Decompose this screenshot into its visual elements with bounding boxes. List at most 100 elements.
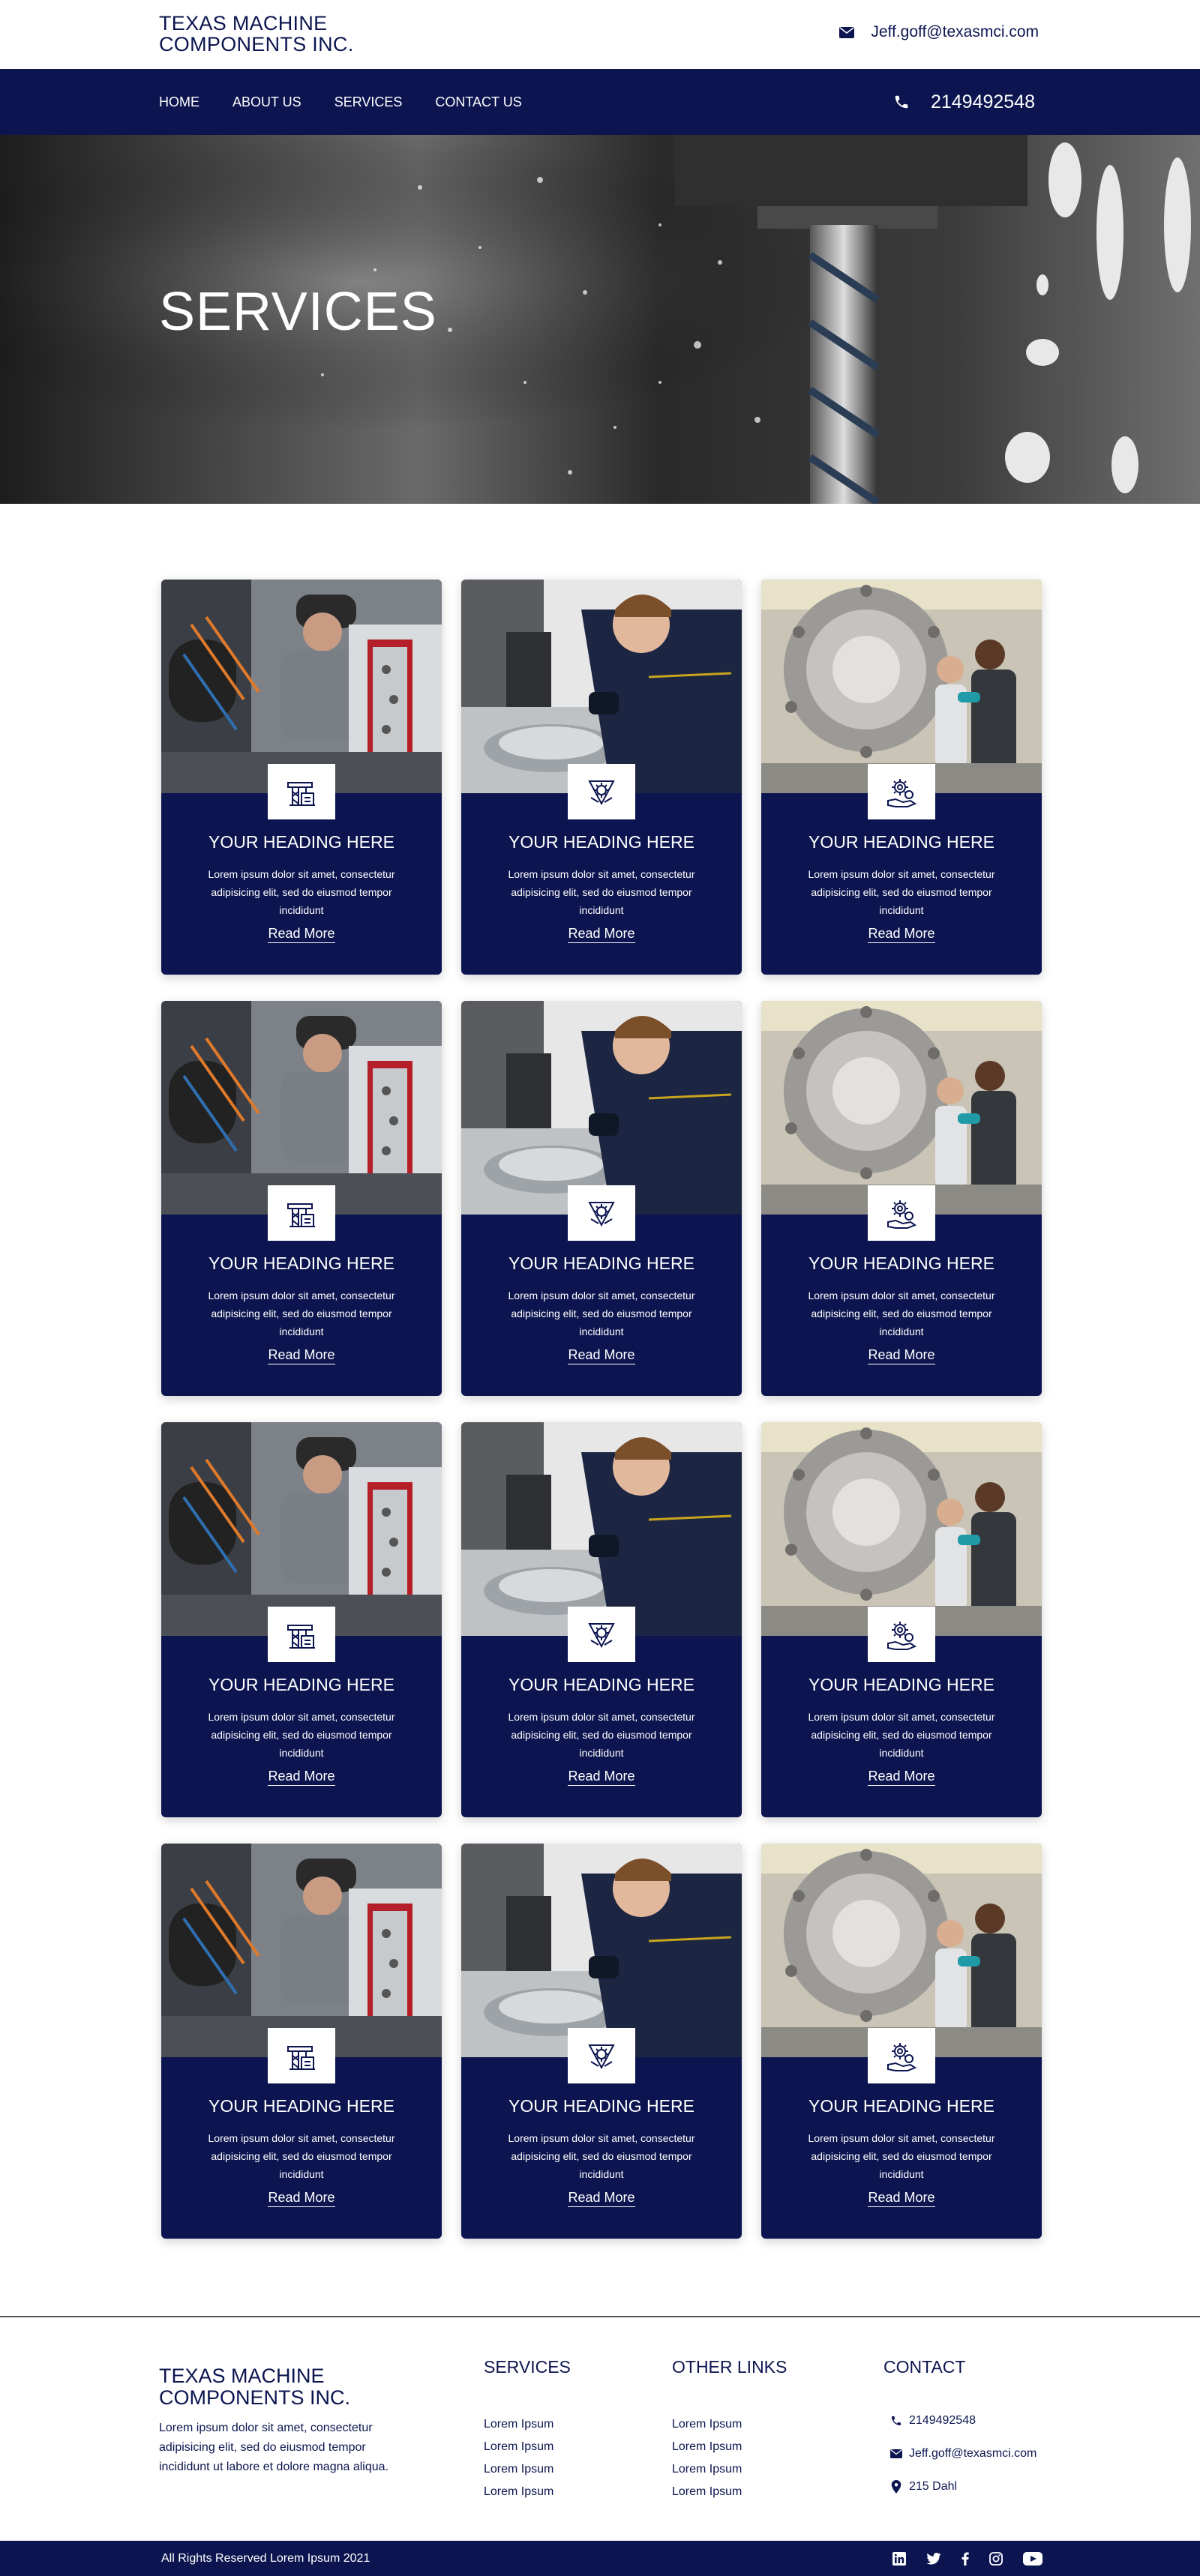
card-text: Lorem ipsum dolor sit amet, consectetur …: [508, 1289, 695, 1337]
read-more-link[interactable]: Read More: [568, 1769, 635, 1786]
card-image: [761, 1422, 1042, 1636]
service-card[interactable]: YOUR HEADING HERE Lorem ipsum dolor sit a…: [161, 1844, 442, 2239]
card-text: Lorem ipsum dolor sit amet, consectetur …: [208, 1289, 395, 1337]
footer-contact-title: CONTACT: [884, 2357, 966, 2377]
footer-email[interactable]: Jeff.goff@texasmci.com: [884, 2437, 1036, 2470]
nav-phone[interactable]: 2149492548: [893, 69, 1035, 135]
gear-wrench-icon: [588, 2044, 615, 2070]
card-heading: YOUR HEADING HERE: [508, 832, 694, 852]
envelope-icon: [839, 26, 855, 38]
card-icon-box: [868, 1607, 935, 1662]
footer-other-links-column: OTHER LINKS Lorem Ipsum Lorem Ipsum Lore…: [672, 2357, 787, 2503]
card-heading: YOUR HEADING HERE: [208, 832, 394, 852]
read-more-link[interactable]: Read More: [868, 1347, 935, 1364]
service-card[interactable]: YOUR HEADING HERE Lorem ipsum dolor sit a…: [461, 1001, 742, 1396]
service-card[interactable]: YOUR HEADING HERE Lorem ipsum dolor sit a…: [461, 1844, 742, 2239]
logo-line-2: COMPONENTS INC.: [159, 33, 354, 55]
card-photo: [161, 1422, 442, 1636]
read-more-link[interactable]: Read More: [868, 926, 935, 943]
gear-wrench-icon: [588, 1202, 615, 1227]
gear-wrench-icon: [588, 1623, 615, 1649]
service-card[interactable]: YOUR HEADING HERE Lorem ipsum dolor sit a…: [761, 580, 1042, 975]
footer-services-link[interactable]: Lorem Ipsum: [484, 2458, 571, 2481]
service-card[interactable]: YOUR HEADING HERE Lorem ipsum dolor sit a…: [761, 1422, 1042, 1817]
card-image: [461, 580, 742, 793]
facebook-icon[interactable]: [962, 2552, 969, 2566]
card-heading: YOUR HEADING HERE: [808, 1675, 994, 1694]
card-heading: YOUR HEADING HERE: [508, 1675, 694, 1694]
card-image: [461, 1001, 742, 1215]
service-card[interactable]: YOUR HEADING HERE Lorem ipsum dolor sit a…: [161, 1001, 442, 1396]
footer-address-text: 215 Dahl: [909, 2480, 958, 2493]
card-photo: [461, 1001, 742, 1215]
read-more-link[interactable]: Read More: [868, 1769, 935, 1786]
logo-line-1: TEXAS MACHINE: [159, 12, 328, 34]
card-icon-box: [868, 1185, 935, 1241]
crane-icon: [287, 782, 315, 806]
card-text: Lorem ipsum dolor sit amet, consectetur …: [808, 1289, 995, 1337]
footer-services-title: SERVICES: [484, 2357, 571, 2377]
card-heading: YOUR HEADING HERE: [208, 2096, 394, 2116]
logo[interactable]: TEXAS MACHINE COMPONENTS INC.: [159, 13, 369, 55]
twitter-icon[interactable]: [926, 2552, 941, 2565]
header-email[interactable]: Jeff.goff@texasmci.com: [839, 23, 1039, 41]
footer-services-link[interactable]: Lorem Ipsum: [484, 2413, 571, 2436]
footer-services-column: SERVICES Lorem Ipsum Lorem Ipsum Lorem I…: [484, 2357, 571, 2503]
copyright-text: All Rights Reserved Lorem Ipsum 2021: [161, 2552, 370, 2565]
card-heading: YOUR HEADING HERE: [508, 2096, 694, 2116]
read-more-link[interactable]: Read More: [568, 2190, 635, 2207]
gear-hand-icon: [887, 1622, 917, 1650]
card-text: Lorem ipsum dolor sit amet, consectetur …: [808, 868, 995, 916]
card-photo: [461, 1844, 742, 2057]
card-heading: YOUR HEADING HERE: [808, 1254, 994, 1273]
card-photo: [761, 1844, 1042, 2057]
card-text: Lorem ipsum dolor sit amet, consectetur …: [208, 2132, 395, 2180]
card-photo: [761, 1422, 1042, 1636]
read-more-link[interactable]: Read More: [268, 1347, 335, 1364]
service-card[interactable]: YOUR HEADING HERE Lorem ipsum dolor sit a…: [461, 1422, 742, 1817]
nav-about-us[interactable]: ABOUT US: [232, 94, 302, 110]
card-icon-box: [268, 2028, 335, 2083]
card-heading: YOUR HEADING HERE: [808, 2096, 994, 2116]
nav-contact-us[interactable]: CONTACT US: [435, 94, 521, 110]
card-text: Lorem ipsum dolor sit amet, consectetur …: [208, 1711, 395, 1759]
service-card[interactable]: YOUR HEADING HERE Lorem ipsum dolor sit a…: [761, 1001, 1042, 1396]
footer-other-link[interactable]: Lorem Ipsum: [672, 2458, 787, 2481]
footer-services-link[interactable]: Lorem Ipsum: [484, 2436, 571, 2458]
read-more-link[interactable]: Read More: [868, 2190, 935, 2207]
instagram-icon[interactable]: [989, 2551, 1003, 2566]
nav-home[interactable]: HOME: [159, 94, 200, 110]
card-icon-box: [568, 2028, 635, 2083]
read-more-link[interactable]: Read More: [568, 926, 635, 943]
card-photo: [761, 580, 1042, 793]
footer-logo[interactable]: TEXAS MACHINE COMPONENTS INC.: [159, 2365, 376, 2409]
top-header: TEXAS MACHINE COMPONENTS INC. Jeff.goff@…: [0, 0, 1200, 69]
card-image: [161, 1001, 442, 1215]
service-card[interactable]: YOUR HEADING HERE Lorem ipsum dolor sit a…: [761, 1844, 1042, 2239]
card-icon-box: [868, 764, 935, 819]
read-more-link[interactable]: Read More: [268, 1769, 335, 1786]
footer-other-link[interactable]: Lorem Ipsum: [672, 2436, 787, 2458]
card-text: Lorem ipsum dolor sit amet, consectetur …: [508, 868, 695, 916]
service-card[interactable]: YOUR HEADING HERE Lorem ipsum dolor sit a…: [161, 1422, 442, 1817]
linkedin-icon[interactable]: [892, 2551, 906, 2566]
nav-services[interactable]: SERVICES: [334, 94, 403, 110]
read-more-link[interactable]: Read More: [568, 1347, 635, 1364]
gear-hand-icon: [887, 2043, 917, 2071]
read-more-link[interactable]: Read More: [268, 926, 335, 943]
main-nav: HOME ABOUT US SERVICES CONTACT US 214949…: [0, 69, 1200, 135]
footer-other-link[interactable]: Lorem Ipsum: [672, 2481, 787, 2503]
card-icon-box: [568, 1185, 635, 1241]
read-more-link[interactable]: Read More: [268, 2190, 335, 2207]
youtube-icon[interactable]: [1023, 2551, 1042, 2566]
map-pin-icon: [891, 2480, 902, 2494]
footer-services-link[interactable]: Lorem Ipsum: [484, 2481, 571, 2503]
card-image: [761, 1001, 1042, 1215]
crane-icon: [287, 1203, 315, 1227]
service-card[interactable]: YOUR HEADING HERE Lorem ipsum dolor sit a…: [461, 580, 742, 975]
service-card[interactable]: YOUR HEADING HERE Lorem ipsum dolor sit a…: [161, 580, 442, 975]
gear-hand-icon: [887, 1200, 917, 1229]
card-text: Lorem ipsum dolor sit amet, consectetur …: [208, 868, 395, 916]
footer-other-link[interactable]: Lorem Ipsum: [672, 2413, 787, 2436]
footer-phone[interactable]: 2149492548: [884, 2404, 1036, 2437]
